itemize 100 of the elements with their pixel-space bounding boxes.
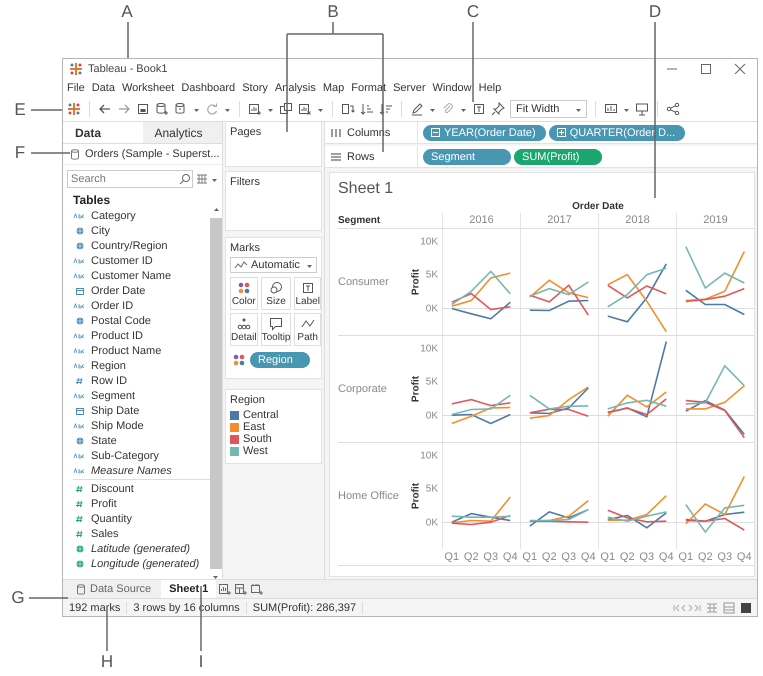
new-chart-icon[interactable] — [248, 102, 262, 116]
marks-button[interactable]: Detail — [230, 313, 258, 346]
marks-button[interactable]: Size — [260, 277, 292, 310]
sheet-tab[interactable]: Sheet 1 — [161, 580, 216, 598]
field-item[interactable]: Measure Names — [91, 464, 172, 476]
axis-tick: 10K — [420, 344, 438, 355]
share-icon[interactable] — [666, 102, 680, 116]
legend-title: Region — [230, 394, 266, 406]
presentation-icon[interactable] — [635, 102, 649, 116]
collapse-icon[interactable] — [431, 128, 440, 137]
search-icon[interactable] — [178, 172, 192, 186]
color-dots-icon — [236, 281, 251, 295]
field-item[interactable]: Order Date — [91, 284, 146, 296]
year-header: 2016 — [469, 214, 494, 226]
field-item[interactable]: Order ID — [91, 300, 134, 312]
field-item[interactable]: Postal Code — [91, 314, 151, 326]
menu-item[interactable]: Window — [432, 82, 472, 94]
field-item[interactable]: Quantity — [91, 512, 132, 524]
axis-tick: Q3 — [638, 551, 656, 563]
marks-button[interactable]: Tooltip — [260, 313, 292, 346]
field-item[interactable]: Longitude (generated) — [91, 558, 200, 570]
undo-icon[interactable] — [98, 102, 112, 116]
callout-label: H — [100, 653, 114, 671]
field-item[interactable]: Ship Mode — [91, 420, 144, 432]
new-dashboard-icon[interactable] — [234, 582, 248, 596]
marks-button[interactable]: Color — [230, 277, 258, 310]
menu-item[interactable]: Worksheet — [122, 82, 174, 94]
fit-dropdown[interactable]: Fit Width — [510, 100, 587, 118]
menu-item[interactable]: Server — [393, 82, 426, 94]
filmstrip-icon[interactable] — [739, 600, 753, 614]
scrollbar[interactable] — [210, 208, 222, 579]
new-worksheet-icon[interactable] — [218, 582, 232, 596]
field-item[interactable]: Segment — [91, 390, 136, 402]
field-item[interactable]: Customer Name — [91, 270, 172, 282]
new-story-icon[interactable] — [250, 582, 264, 596]
sort-ascending-icon[interactable] — [360, 102, 374, 116]
menu-item[interactable]: Story — [242, 82, 268, 94]
text-label-icon[interactable] — [472, 102, 486, 116]
pin-icon[interactable] — [491, 102, 505, 116]
swap-icon[interactable] — [341, 102, 355, 116]
menu-item[interactable]: File — [67, 82, 85, 94]
leader-line — [127, 22, 129, 58]
field-item[interactable]: Sales — [91, 528, 119, 540]
field-item[interactable]: Row ID — [91, 374, 128, 386]
axis-tick: Q1 — [599, 551, 616, 563]
field-item[interactable]: Customer ID — [91, 254, 153, 266]
callout-label: C — [466, 3, 480, 21]
axis-tick: 0K — [426, 410, 438, 421]
axis-tick: 5K — [426, 270, 438, 281]
expand-icon[interactable] — [556, 128, 566, 137]
axis-tick: Q3 — [560, 551, 578, 563]
clear-chart-icon[interactable] — [298, 102, 312, 116]
dots-icon — [236, 317, 251, 331]
marks-button[interactable]: Path — [294, 313, 321, 346]
field-item[interactable]: Country/Region — [91, 240, 168, 252]
field-item[interactable]: Ship Date — [91, 404, 140, 416]
text-label-icon — [300, 281, 315, 295]
mark-type-dropdown[interactable]: Automatic — [230, 257, 317, 273]
field-item[interactable]: Discount — [91, 482, 134, 494]
year-header: 2017 — [547, 214, 572, 226]
field-item[interactable]: Sub-Category — [91, 450, 159, 462]
axis-tick: Q1 — [677, 551, 694, 563]
redo-icon[interactable] — [117, 102, 131, 116]
close-icon[interactable] — [733, 62, 747, 76]
segment-label: Corporate — [338, 383, 387, 395]
segment-label: Consumer — [338, 276, 389, 288]
marks-button[interactable]: Label — [294, 277, 321, 310]
field-item[interactable]: Latitude (generated) — [91, 542, 190, 554]
card-title: Pages — [230, 126, 262, 138]
data-source-name[interactable]: Orders (Sample - Superst... — [85, 148, 220, 160]
view-toggle-icon[interactable] — [195, 172, 209, 186]
sheet-tab[interactable]: Data Source — [67, 580, 160, 598]
pane-tab[interactable]: Analytics — [142, 122, 222, 143]
maximize-icon[interactable] — [699, 62, 713, 76]
chart-icon[interactable] — [604, 102, 618, 116]
field-item[interactable]: State — [91, 434, 117, 446]
field-item[interactable]: Category — [91, 210, 136, 222]
save-icon[interactable] — [136, 102, 150, 116]
leader-line — [31, 152, 70, 154]
start-page-icon[interactable] — [67, 102, 81, 116]
color-dots-icon — [232, 353, 246, 367]
highlight-icon[interactable] — [410, 102, 424, 116]
field-item[interactable]: City — [91, 224, 110, 236]
legend-label: Central — [243, 409, 278, 421]
callout-label: F — [14, 144, 26, 162]
field-item[interactable]: Product ID — [91, 330, 143, 342]
copy-icon[interactable] — [279, 102, 293, 116]
field-item[interactable]: Profit — [91, 498, 117, 510]
menu-item[interactable]: Dashboard — [181, 82, 236, 94]
sort-descending-icon[interactable] — [379, 102, 393, 116]
search-field[interactable]: Search — [67, 170, 193, 188]
paperclip-icon[interactable] — [441, 102, 455, 116]
menu-item[interactable]: Help — [478, 82, 502, 94]
field-item[interactable]: Region — [91, 360, 126, 372]
menu-item[interactable]: Map — [322, 82, 344, 94]
menu-item[interactable]: Data — [92, 82, 115, 94]
axis-tick: 5K — [426, 484, 438, 495]
grid-view-icon[interactable] — [705, 600, 719, 614]
add-database-icon[interactable] — [155, 102, 169, 116]
field-item[interactable]: Product Name — [91, 344, 162, 356]
